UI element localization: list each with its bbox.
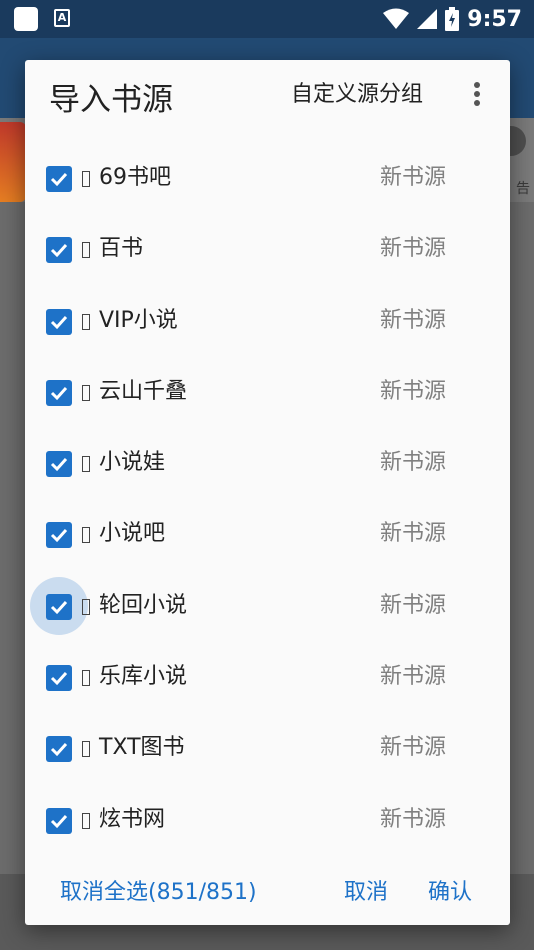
square-icon: [14, 7, 38, 31]
list-item[interactable]: 云山千叠 新书源: [25, 357, 510, 428]
source-tag: 新书源: [380, 592, 447, 618]
cancel-button[interactable]: 取消: [344, 878, 388, 908]
checkbox[interactable]: [46, 665, 72, 692]
check-icon: [50, 458, 68, 472]
missing-glyph-icon: [82, 812, 90, 829]
check-icon: [50, 386, 68, 401]
missing-glyph-icon: [82, 171, 90, 187]
source-list: 69书吧 新书源 百书 新书源 VIP小说 新书源 云山千叠 新书源 小说娃 新…: [25, 143, 510, 856]
checkbox[interactable]: [46, 379, 72, 406]
check-icon: [50, 529, 68, 543]
missing-glyph-icon: [82, 313, 90, 330]
signal-icon: [417, 9, 438, 29]
status-icons: 9:57: [383, 0, 522, 38]
source-name: 小说吧: [99, 521, 166, 547]
banner-image: [0, 122, 26, 202]
source-name: TXT图书: [99, 735, 185, 761]
check-icon: [50, 743, 68, 757]
list-item[interactable]: 69书吧 新书源: [25, 143, 510, 214]
source-name: 轮回小说: [99, 592, 188, 618]
checkbox[interactable]: [46, 736, 72, 763]
checkbox[interactable]: [46, 237, 72, 264]
source-tag: 新书源: [380, 378, 447, 404]
source-tag: 新书源: [380, 307, 447, 333]
battery-charging-icon: [445, 7, 460, 31]
check-icon: [50, 315, 68, 329]
source-tag: 新书源: [380, 664, 447, 690]
source-tag: 新书源: [380, 450, 447, 476]
status-bar: A 9:57: [0, 0, 534, 38]
deselect-all-button[interactable]: 取消全选(851/851): [60, 878, 257, 908]
missing-glyph-icon: [82, 384, 90, 401]
list-item[interactable]: VIP小说 新书源: [25, 286, 510, 357]
list-item[interactable]: TXT图书 新书源: [25, 713, 510, 784]
missing-glyph-icon: [82, 670, 90, 687]
checkbox[interactable]: [46, 166, 72, 192]
list-item[interactable]: 小说娃 新书源: [25, 428, 510, 499]
more-vert-icon[interactable]: [473, 82, 481, 110]
checkbox[interactable]: [46, 522, 72, 549]
dialog-title: 导入书源: [49, 82, 173, 118]
checkbox[interactable]: [46, 308, 72, 335]
checkbox[interactable]: [46, 451, 72, 478]
source-name: 百书: [99, 236, 144, 262]
check-icon: [50, 244, 68, 258]
source-tag: 新书源: [380, 165, 447, 190]
a-badge-icon: A: [54, 9, 70, 27]
checkbox[interactable]: [46, 807, 72, 834]
checkbox[interactable]: [46, 593, 72, 620]
missing-glyph-icon: [82, 242, 90, 259]
check-icon: [50, 672, 68, 686]
custom-group-button[interactable]: 自定义源分组: [291, 84, 423, 106]
source-name: 小说娃: [99, 450, 166, 476]
source-name: 炫书网: [99, 806, 166, 832]
missing-glyph-icon: [82, 456, 90, 473]
missing-glyph-icon: [82, 741, 90, 758]
ad-label: 告: [516, 181, 530, 197]
missing-glyph-icon: [82, 598, 90, 615]
check-icon: [50, 814, 68, 828]
list-item[interactable]: 百书 新书源: [25, 214, 510, 285]
source-tag: 新书源: [380, 806, 447, 832]
source-tag: 新书源: [380, 236, 447, 262]
import-source-dialog: 导入书源 自定义源分组 69书吧 新书源 百书 新书源 VIP小说 新书源 云山…: [25, 60, 510, 925]
list-item[interactable]: 轮回小说 新书源: [25, 571, 510, 642]
source-name: VIP小说: [99, 307, 178, 333]
source-name: 乐库小说: [99, 664, 188, 690]
source-name: 云山千叠: [99, 378, 188, 404]
missing-glyph-icon: [82, 527, 90, 544]
source-name: 69书吧: [99, 165, 171, 190]
list-item[interactable]: 乐库小说 新书源: [25, 642, 510, 713]
source-tag: 新书源: [380, 735, 447, 761]
list-item[interactable]: 小说吧 新书源: [25, 499, 510, 570]
clock: 9:57: [467, 6, 522, 32]
check-icon: [50, 172, 68, 187]
confirm-button[interactable]: 确认: [428, 878, 472, 908]
list-item[interactable]: 炫书网 新书源: [25, 785, 510, 856]
wifi-icon: [383, 8, 410, 29]
source-tag: 新书源: [380, 521, 447, 547]
check-icon: [50, 600, 68, 614]
